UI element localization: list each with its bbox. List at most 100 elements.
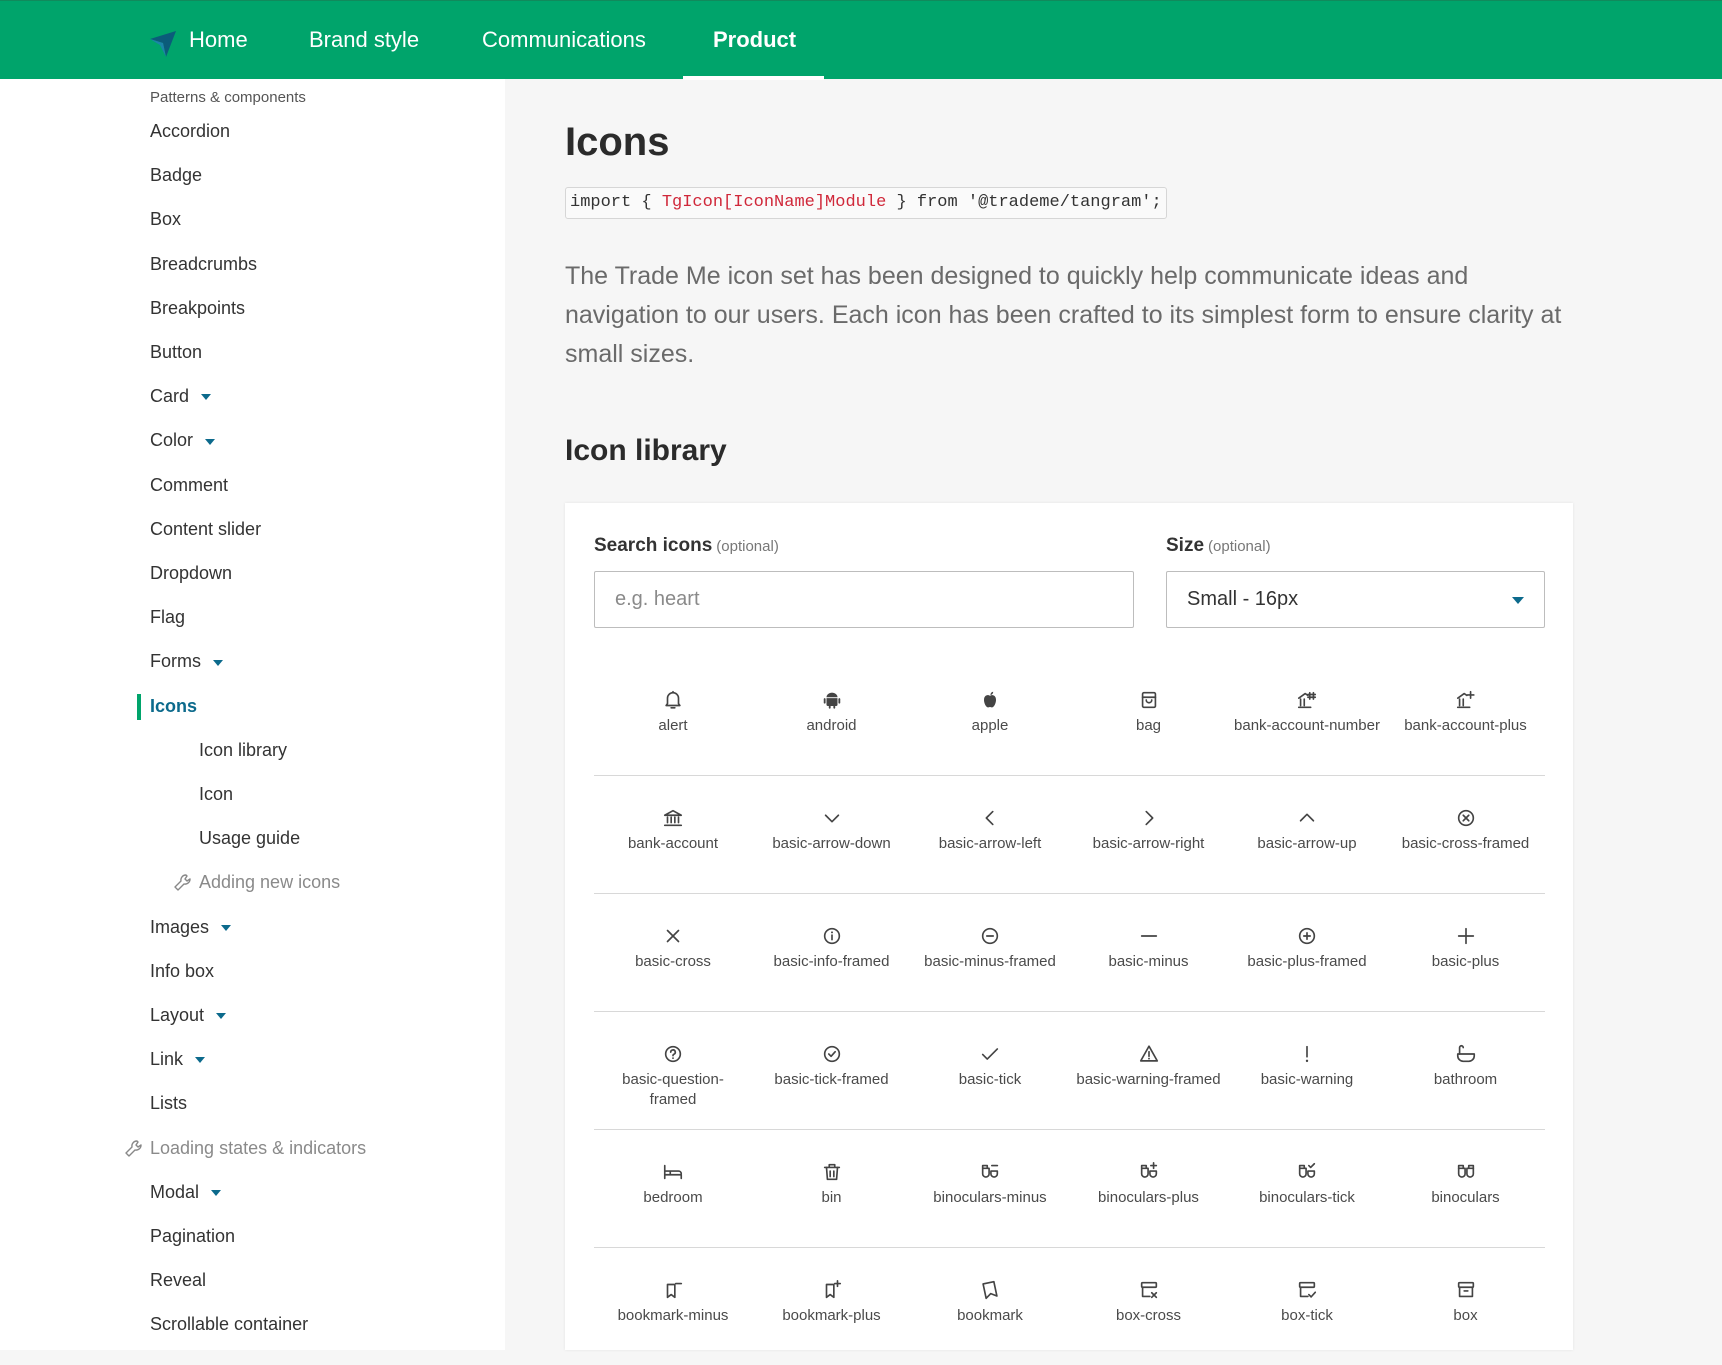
icon-tile-basic-cross[interactable]: basic-cross: [594, 894, 752, 1011]
caret-down-icon: [213, 659, 223, 666]
icon-tile-basic-tick-framed[interactable]: basic-tick-framed: [753, 1012, 911, 1129]
sidebar-item-box[interactable]: Box: [150, 209, 181, 230]
icon-tile-bedroom[interactable]: bedroom: [594, 1130, 752, 1247]
sidebar-item-badge[interactable]: Badge: [150, 165, 202, 186]
icon-tile-box[interactable]: box: [1387, 1248, 1545, 1365]
icon-tile-basic-arrow-up[interactable]: basic-arrow-up: [1228, 776, 1386, 893]
icon-tile-box-cross[interactable]: box-cross: [1070, 1248, 1228, 1365]
nav-product[interactable]: Product: [713, 27, 796, 53]
icon-tile-basic-warning[interactable]: basic-warning: [1228, 1012, 1386, 1129]
icon-tile-bookmark-plus[interactable]: bookmark-plus: [753, 1248, 911, 1365]
sidebar-item-layout[interactable]: Layout: [150, 1005, 227, 1026]
sidebar-item-label: Dropdown: [150, 563, 233, 583]
sidebar-item-label: Button: [150, 342, 203, 362]
icon-tile-android[interactable]: android: [753, 658, 911, 775]
icon-tile-alert[interactable]: alert: [594, 658, 752, 775]
sidebar-item-forms[interactable]: Forms: [150, 651, 223, 672]
search-optional-hint: (optional): [716, 538, 779, 555]
icon-tile-basic-minus-framed[interactable]: basic-minus-framed: [911, 894, 1069, 1011]
sidebar-item-dropdown[interactable]: Dropdown: [150, 563, 232, 584]
sidebar-item-label: Info box: [150, 960, 215, 981]
code-prefix: import {: [570, 193, 662, 212]
icon-tile-bathroom[interactable]: bathroom: [1387, 1012, 1545, 1129]
sidebar-item-icon[interactable]: Icon: [199, 784, 233, 805]
box-tick-icon: [1228, 1278, 1386, 1302]
icon-tile-basic-arrow-left[interactable]: basic-arrow-left: [911, 776, 1069, 893]
icon-name-label: bookmark: [957, 1307, 1023, 1324]
icon-name-label: basic-question-framed: [622, 1071, 724, 1108]
size-select[interactable]: Small - 16px: [1166, 571, 1545, 628]
sidebar-item-content-slider[interactable]: Content slider: [150, 519, 261, 540]
sidebar-item-color[interactable]: Color: [150, 430, 216, 451]
icon-tile-bank-account-plus[interactable]: bank-account-plus: [1387, 658, 1545, 775]
icon-tile-basic-plus[interactable]: basic-plus: [1387, 894, 1545, 1011]
icon-name-label: bathroom: [1433, 1071, 1498, 1088]
icon-name-label: basic-arrow-down: [772, 835, 891, 852]
icon-tile-bank-account-number[interactable]: bank-account-number: [1228, 658, 1386, 775]
sidebar-item-breadcrumbs[interactable]: Breadcrumbs: [150, 254, 257, 275]
icon-tile-bookmark[interactable]: bookmark: [911, 1248, 1069, 1365]
sidebar-item-card[interactable]: Card: [150, 386, 212, 407]
sidebar-item-accordion[interactable]: Accordion: [150, 121, 230, 142]
icon-tile-basic-minus[interactable]: basic-minus: [1070, 894, 1228, 1011]
box-cross-icon: [1070, 1278, 1228, 1302]
icon-tile-binoculars-minus[interactable]: binoculars-minus: [911, 1130, 1069, 1247]
icon-tile-binoculars-plus[interactable]: binoculars-plus: [1070, 1130, 1228, 1247]
sidebar-item-label: Comment: [150, 474, 229, 495]
trademe-logo-icon[interactable]: [148, 29, 178, 59]
sidebar-item-button[interactable]: Button: [150, 342, 202, 363]
icon-tile-binoculars-tick[interactable]: binoculars-tick: [1228, 1130, 1386, 1247]
icon-tile-box-tick[interactable]: box-tick: [1228, 1248, 1386, 1365]
sidebar-item-pagination[interactable]: Pagination: [150, 1226, 235, 1247]
bag-icon: [1070, 688, 1228, 712]
icon-tile-bin[interactable]: bin: [753, 1130, 911, 1247]
icon-tile-binoculars[interactable]: binoculars: [1387, 1130, 1545, 1247]
sidebar-item-info-box[interactable]: Info box: [150, 961, 214, 982]
code-module-name: TgIcon[IconName]Module: [661, 193, 887, 212]
icon-name-label: bank-account: [627, 835, 719, 852]
sidebar: Patterns & components Accordion Badge Box B…: [0, 79, 505, 1350]
icon-tile-apple[interactable]: apple: [911, 658, 1069, 775]
sidebar-item-breakpoints[interactable]: Breakpoints: [150, 298, 245, 319]
sidebar-item-reveal[interactable]: Reveal: [150, 1270, 206, 1291]
nav-home[interactable]: Home: [189, 27, 248, 53]
minus-circle-icon: [911, 924, 1069, 948]
sidebar-item-link[interactable]: Link: [150, 1049, 206, 1070]
sidebar-item-icon-library[interactable]: Icon library: [199, 740, 287, 761]
nav-communications[interactable]: Communications: [482, 27, 646, 53]
icon-tile-basic-cross-framed[interactable]: basic-cross-framed: [1387, 776, 1545, 893]
icon-tile-bank-account[interactable]: bank-account: [594, 776, 752, 893]
sidebar-item-images[interactable]: Images: [150, 917, 232, 938]
sidebar-item-modal[interactable]: Modal: [150, 1182, 222, 1203]
sidebar-item-usage-guide[interactable]: Usage guide: [199, 828, 300, 849]
icon-tile-basic-tick[interactable]: basic-tick: [911, 1012, 1069, 1129]
icon-tile-bag[interactable]: bag: [1070, 658, 1228, 775]
caret-down-icon: [205, 438, 216, 445]
icon-tile-bookmark-minus[interactable]: bookmark-minus: [594, 1248, 752, 1365]
icon-tile-basic-arrow-down[interactable]: basic-arrow-down: [753, 776, 911, 893]
sidebar-item-label: Usage guide: [199, 828, 301, 849]
sidebar-item-lists[interactable]: Lists: [150, 1093, 187, 1114]
sidebar-item-label: Badge: [150, 165, 203, 186]
sidebar-item-adding-new-icons[interactable]: Adding new icons: [199, 872, 340, 893]
sidebar-item-loading-states-indicators[interactable]: Loading states & indicators: [150, 1138, 366, 1159]
icon-tile-basic-info-framed[interactable]: basic-info-framed: [753, 894, 911, 1011]
chevron-down-icon: [1512, 597, 1524, 604]
icon-name-label: alert: [658, 717, 688, 734]
search-icons-input[interactable]: [594, 571, 1134, 628]
icon-name-label: box-tick: [1281, 1307, 1333, 1324]
icon-tile-basic-question-framed[interactable]: basic-question-framed: [594, 1012, 752, 1129]
nav-brand-style[interactable]: Brand style: [309, 27, 419, 53]
icon-name-label: basic-arrow-up: [1257, 835, 1357, 852]
sidebar-item-scrollable-container[interactable]: Scrollable container: [150, 1314, 308, 1335]
import-code-snippet: import { TgIcon[IconName]Module } from '…: [565, 187, 1167, 219]
icon-name-label: apple: [971, 717, 1009, 734]
icon-tile-basic-plus-framed[interactable]: basic-plus-framed: [1228, 894, 1386, 1011]
apple-icon: [911, 688, 1069, 712]
icon-tile-basic-warning-framed[interactable]: basic-warning-framed: [1070, 1012, 1228, 1129]
sidebar-item-comment[interactable]: Comment: [150, 475, 228, 496]
icon-tile-basic-arrow-right[interactable]: basic-arrow-right: [1070, 776, 1228, 893]
sidebar-item-icons[interactable]: Icons: [150, 696, 197, 717]
sidebar-item-label: Scrollable container: [150, 1314, 309, 1335]
sidebar-item-flag[interactable]: Flag: [150, 607, 185, 628]
